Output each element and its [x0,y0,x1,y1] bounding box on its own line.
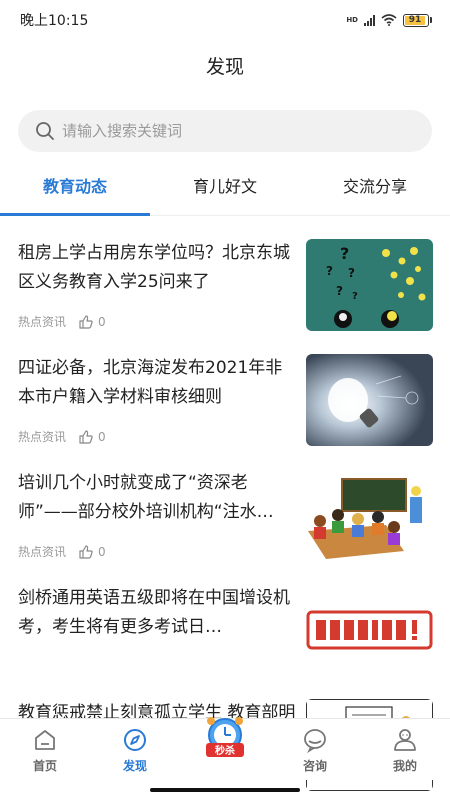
like-count[interactable]: 0 [78,544,106,560]
classroom-cartoon-image [306,469,433,561]
article-title: 剑桥通用英语五级即将在中国增设机考，考生将有更多考试日… [18,588,290,637]
tabbar-home[interactable]: 首页 [0,719,90,780]
svg-text:?: ? [326,264,333,278]
status-bar: 晚上10:15 HD 91 [0,0,450,40]
like-number: 0 [98,429,106,444]
like-number: 0 [98,544,106,559]
like-count[interactable]: 0 [78,429,106,445]
article-category: 热点资讯 [18,545,67,559]
tabbar-label: 首页 [32,759,57,773]
article-category: 热点资讯 [18,315,67,329]
page-title: 发现 [205,56,244,78]
article-thumbnail [306,354,433,446]
article-meta: 热点资讯 0 [18,543,106,560]
tabbar-profile[interactable]: 我的 [360,719,450,780]
lightbulb-strategy-image [306,354,433,446]
article-title: 四证必备，北京海淀发布2021年非本市户籍入学材料审核细则 [18,358,283,407]
bottom-tab-bar: 首页 发现 秒杀 咨询 我的 [0,717,450,780]
signal-icon [364,14,375,26]
compass-icon [124,729,146,751]
home-icon [35,730,55,750]
category-tabs: 教育动态 育儿好文 交流分享 [0,160,450,216]
question-marks-bulbs-image: ? ? ? ? ? [306,239,433,331]
page-header: 发现 [0,52,450,79]
article-thumbnail [306,469,433,561]
thumbs-up-icon [79,429,93,444]
article-thumbnail [306,584,433,676]
tabbar-discover[interactable]: 发现 [90,719,180,780]
tabbar-label: 咨询 [302,759,327,773]
chat-icon [304,729,326,753]
article-title: 租房上学占用房东学位吗？北京东城区义务教育入学25问来了 [18,243,290,292]
flash-sale-badge-text: 秒杀 [215,744,235,757]
network-type-label: HD [346,16,358,24]
tabbar-flash-sale[interactable]: 秒杀 [180,717,270,780]
tabbar-consult[interactable]: 咨询 [270,719,360,780]
wifi-icon [381,14,397,26]
svg-text:?: ? [348,266,355,280]
tab-parenting-articles[interactable]: 育儿好文 [150,160,300,215]
article-meta: 热点资讯 0 [18,428,106,445]
article-meta: 热点资讯 0 [18,313,106,330]
caution-sign-image [306,584,433,676]
like-count[interactable]: 0 [78,314,106,330]
status-time: 晚上10:15 [20,13,89,29]
svg-text:?: ? [336,284,343,298]
thumbs-up-icon [79,314,93,329]
tab-share[interactable]: 交流分享 [300,160,450,215]
svg-text:?: ? [352,291,358,302]
article-item[interactable]: 租房上学占用房东学位吗？北京东城区义务教育入学25问来了 热点资讯 0 ? ? … [0,225,450,340]
flash-sale-icon: 秒杀 [206,717,244,757]
article-category: 热点资讯 [18,430,67,444]
search-input[interactable] [62,122,402,140]
article-item[interactable]: 剑桥通用英语五级即将在中国增设机考，考生将有更多考试日… [0,570,450,685]
svg-text:?: ? [340,244,349,263]
battery-icon: 91 [403,13,432,27]
tab-education-news[interactable]: 教育动态 [0,160,150,216]
search-bar[interactable] [18,110,432,152]
article-thumbnail: ? ? ? ? ? [306,239,433,331]
home-indicator [150,788,300,792]
article-title: 培训几个小时就变成了“资深老师”——部分校外培训机构“注水… [18,473,274,522]
thumbs-up-icon [79,544,93,559]
search-icon [36,122,54,140]
article-item[interactable]: 四证必备，北京海淀发布2021年非本市户籍入学材料审核细则 热点资讯 0 [0,340,450,455]
profile-icon [394,729,416,751]
like-number: 0 [98,314,106,329]
battery-level: 91 [405,15,426,25]
tabbar-label: 发现 [122,759,147,773]
tabbar-label: 我的 [392,759,417,773]
status-icons: HD 91 [346,13,432,27]
article-item[interactable]: 培训几个小时就变成了“资深老师”——部分校外培训机构“注水… 热点资讯 0 [0,455,450,570]
